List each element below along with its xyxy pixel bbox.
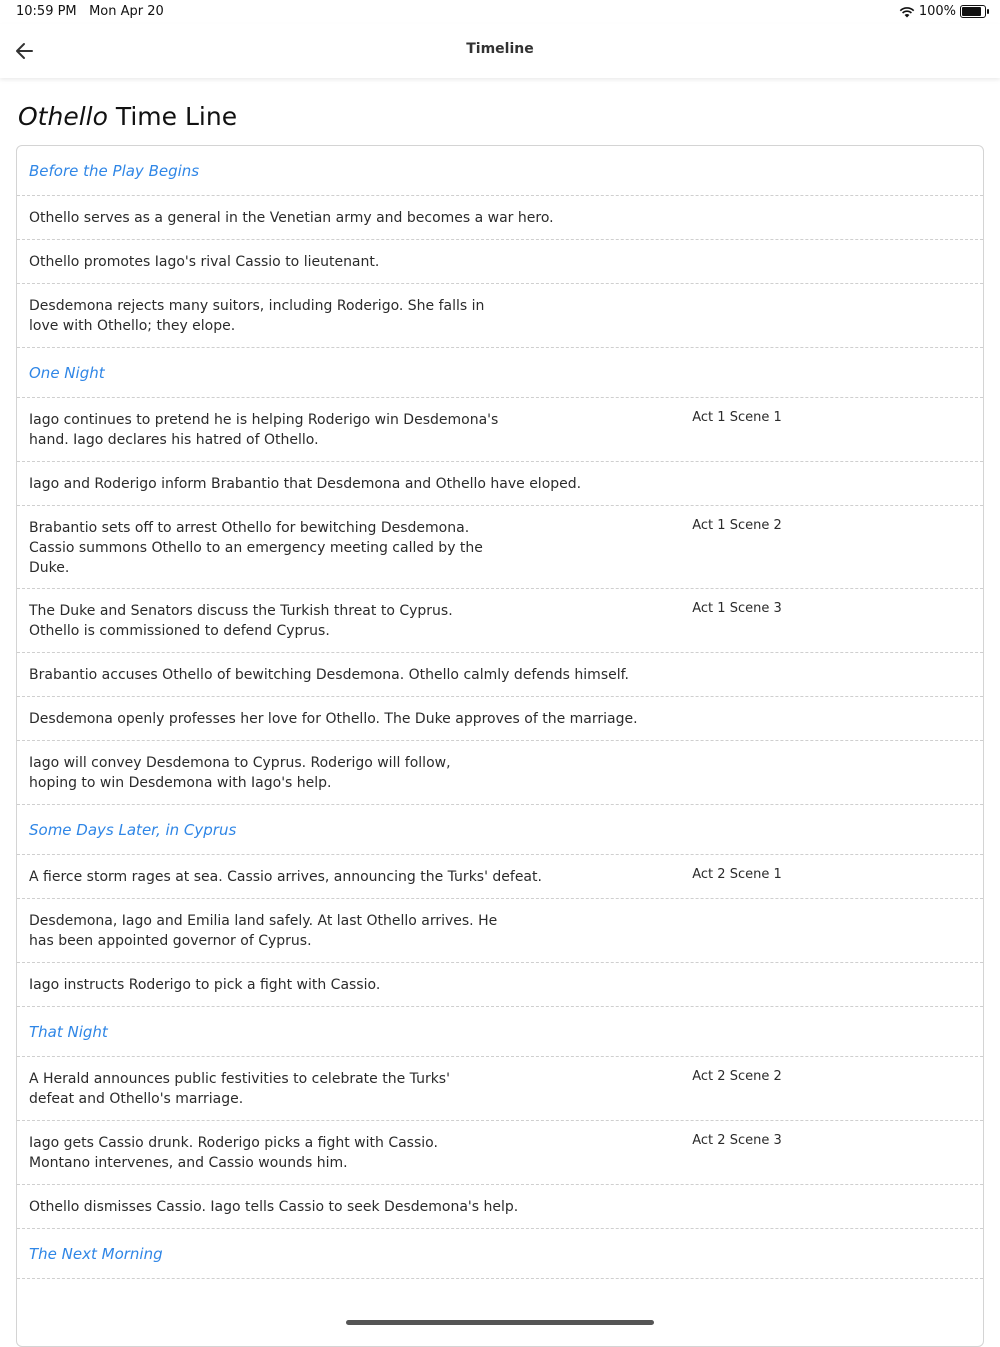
timeline-table: Before the Play Begins Othello serves as …: [16, 145, 984, 1347]
status-bar: 10:59 PM Mon Apr 20 100%: [0, 0, 1000, 24]
event-description: The Duke and Senators discuss the Turkis…: [29, 603, 453, 639]
timeline-row: The Duke and Senators discuss the Turkis…: [17, 589, 983, 653]
event-description: Brabantio accuses Othello of bewitching …: [29, 667, 629, 683]
section-header: One Night: [17, 348, 983, 398]
timeline-row: Iago and Roderigo inform Brabantio that …: [17, 462, 983, 506]
navigation-bar: Timeline: [0, 24, 1000, 78]
battery-percent: 100%: [918, 4, 956, 19]
timeline-row: Othello dismisses Cassio. Iago tells Cas…: [17, 1185, 983, 1229]
status-right: 100%: [899, 4, 989, 19]
scene-link[interactable]: Act 1 Scene 1: [677, 410, 797, 425]
event-description: Desdemona, Iago and Emilia land safely. …: [29, 913, 498, 949]
timeline-row: Brabantio accuses Othello of bewitching …: [17, 653, 983, 697]
timeline-row: A Herald announces public festivities to…: [17, 1057, 983, 1121]
timeline-row: Brabantio sets off to arrest Othello for…: [17, 506, 983, 589]
timeline-row: Desdemona rejects many suitors, includin…: [17, 284, 983, 348]
timeline-row: A fierce storm rages at sea. Cassio arri…: [17, 855, 983, 899]
event-description: Othello promotes Iago's rival Cassio to …: [29, 254, 380, 270]
status-time: 10:59 PM Mon Apr 20: [16, 4, 164, 19]
scene-link[interactable]: Act 2 Scene 3: [677, 1133, 797, 1148]
timeline-row: Othello promotes Iago's rival Cassio to …: [17, 240, 983, 284]
scene-link[interactable]: Act 2 Scene 1: [677, 867, 797, 882]
timeline-row: Desdemona openly professes her love for …: [17, 697, 983, 741]
section-label: Some Days Later, in Cyprus: [29, 821, 237, 839]
event-description: Iago instructs Roderigo to pick a fight …: [29, 977, 381, 993]
event-description: Brabantio sets off to arrest Othello for…: [29, 520, 483, 576]
event-description: Iago gets Cassio drunk. Roderigo picks a…: [29, 1135, 438, 1171]
home-indicator[interactable]: [346, 1320, 654, 1325]
section-header: Some Days Later, in Cyprus: [17, 805, 983, 855]
event-description: A Herald announces public festivities to…: [29, 1071, 450, 1107]
section-header: Before the Play Begins: [17, 146, 983, 196]
timeline-row: Othello serves as a general in the Venet…: [17, 196, 983, 240]
timeline-row: Desdemona, Iago and Emilia land safely. …: [17, 899, 983, 963]
timeline-row: Iago will convey Desdemona to Cyprus. Ro…: [17, 741, 983, 805]
timeline-row: Iago continues to pretend he is helping …: [17, 398, 983, 462]
timeline-row: Iago instructs Roderigo to pick a fight …: [17, 963, 983, 1007]
scene-link[interactable]: Act 1 Scene 3: [677, 601, 797, 616]
event-description: Iago continues to pretend he is helping …: [29, 412, 499, 448]
event-description: Desdemona openly professes her love for …: [29, 711, 638, 727]
section-label: The Next Morning: [29, 1245, 163, 1263]
section-label: That Night: [29, 1023, 108, 1041]
battery-icon: [960, 5, 989, 18]
section-label: Before the Play Begins: [29, 162, 200, 180]
scene-link[interactable]: Act 2 Scene 2: [677, 1069, 797, 1084]
timeline-row: Iago gets Cassio drunk. Roderigo picks a…: [17, 1121, 983, 1185]
scene-link[interactable]: Act 1 Scene 2: [677, 518, 797, 533]
page-title: Othello Time Line: [18, 102, 238, 131]
event-description: Othello serves as a general in the Venet…: [29, 210, 554, 226]
nav-title: Timeline: [466, 41, 534, 57]
wifi-icon: [899, 6, 915, 17]
event-description: Othello dismisses Cassio. Iago tells Cas…: [29, 1199, 519, 1215]
section-header: That Night: [17, 1007, 983, 1057]
event-description: Iago will convey Desdemona to Cyprus. Ro…: [29, 755, 451, 791]
event-description: Desdemona rejects many suitors, includin…: [29, 298, 485, 334]
section-header: The Next Morning: [17, 1229, 983, 1279]
section-label: One Night: [29, 364, 105, 382]
event-description: Iago and Roderigo inform Brabantio that …: [29, 476, 582, 492]
